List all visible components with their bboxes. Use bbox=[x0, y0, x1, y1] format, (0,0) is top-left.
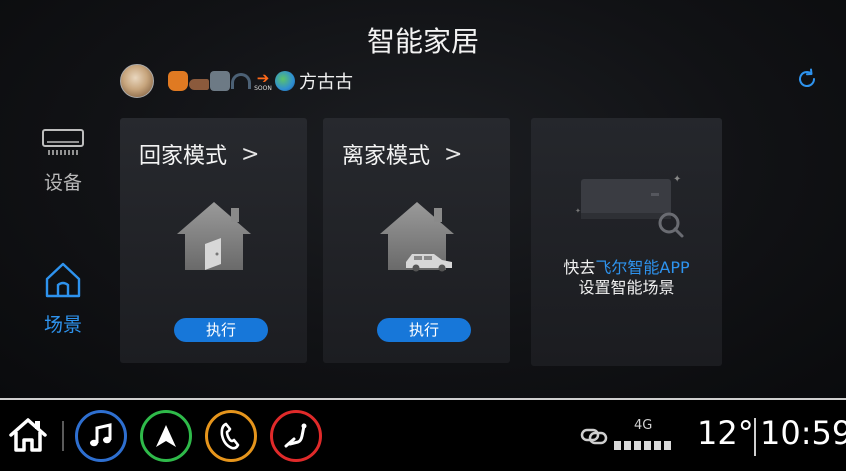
navigation-app-button[interactable] bbox=[140, 410, 192, 462]
arrow-icon: ➔ bbox=[256, 69, 270, 87]
scene-title: 回家模式 bbox=[139, 144, 228, 169]
execute-button[interactable]: 执行 bbox=[377, 318, 471, 342]
air-conditioner-icon bbox=[42, 129, 84, 155]
temperature: 12° bbox=[697, 414, 754, 452]
svg-text:✦: ✦ bbox=[673, 174, 681, 185]
soon-badge: SOON bbox=[254, 85, 272, 92]
user-emoji-icons: ➔ SOON bbox=[168, 69, 295, 93]
refresh-icon[interactable] bbox=[795, 67, 819, 91]
network-type: 4G bbox=[634, 418, 653, 433]
scene-card-away[interactable]: 离家模式 > 执行 bbox=[323, 118, 510, 363]
camera-icon bbox=[210, 71, 230, 91]
house-door-icon bbox=[177, 202, 251, 270]
sidebar-item-label: 场景 bbox=[43, 314, 82, 336]
globe-icon bbox=[275, 71, 295, 91]
signal-bars-icon bbox=[614, 441, 671, 450]
avatar[interactable] bbox=[120, 64, 154, 98]
execute-button[interactable]: 执行 bbox=[174, 318, 268, 342]
scene-card-home[interactable]: 回家模式 > 执行 bbox=[120, 118, 307, 363]
backpack-icon bbox=[168, 71, 188, 91]
seat-app-button[interactable] bbox=[270, 410, 322, 462]
app-promo-card: ✦ ✦ 快去飞尔智能APP 设置智能场景 bbox=[531, 118, 722, 366]
promo-message: 快去飞尔智能APP 设置智能场景 bbox=[531, 258, 722, 298]
home-icon[interactable] bbox=[8, 417, 48, 453]
sidebar-item-label: 设备 bbox=[43, 172, 82, 194]
sidebar-item-devices[interactable]: 设备 bbox=[22, 126, 104, 195]
user-row[interactable]: ➔ SOON 方古古 bbox=[120, 64, 353, 98]
house-car-icon bbox=[380, 202, 454, 272]
username: 方古古 bbox=[299, 72, 353, 93]
seat-icon bbox=[284, 423, 307, 448]
soon-arrow-icon: ➔ SOON bbox=[252, 69, 274, 93]
shoe-icon bbox=[189, 78, 209, 90]
promo-app-name: 飞尔智能APP bbox=[595, 258, 690, 277]
promo-prefix: 快去 bbox=[563, 258, 596, 277]
navigation-icon bbox=[156, 425, 176, 447]
status-separator bbox=[754, 418, 756, 456]
smart-home-screen: 智能家居 ➔ SOON 方古古 设备 场景 回家模式 > 执行 离家模式 > 执… bbox=[0, 0, 846, 398]
device-search-icon: ✦ ✦ bbox=[575, 174, 684, 238]
scene-title: 离家模式 bbox=[342, 144, 431, 169]
music-app-button[interactable] bbox=[75, 410, 127, 462]
svg-text:✦: ✦ bbox=[575, 207, 581, 215]
headphones-icon bbox=[231, 73, 251, 89]
scene-title-link[interactable]: 回家模式 > bbox=[139, 138, 259, 170]
music-icon bbox=[90, 423, 112, 447]
phone-icon bbox=[220, 422, 240, 450]
chevron-right-icon: > bbox=[444, 141, 463, 167]
phone-link-icon bbox=[580, 428, 608, 445]
sidebar-item-scenes[interactable]: 场景 bbox=[22, 260, 104, 337]
scene-title-link[interactable]: 离家模式 > bbox=[342, 138, 462, 170]
page-title: 智能家居 bbox=[366, 25, 479, 58]
phone-app-button[interactable] bbox=[205, 410, 257, 462]
promo-line2: 设置智能场景 bbox=[578, 278, 675, 297]
chevron-right-icon: > bbox=[241, 141, 260, 167]
clock: 10:59 bbox=[760, 414, 846, 452]
bottom-dock: 4G 12° 10:59 bbox=[0, 400, 846, 471]
cellular-signal: 4G bbox=[614, 418, 678, 452]
dock-separator bbox=[62, 421, 64, 451]
house-icon bbox=[45, 262, 81, 298]
